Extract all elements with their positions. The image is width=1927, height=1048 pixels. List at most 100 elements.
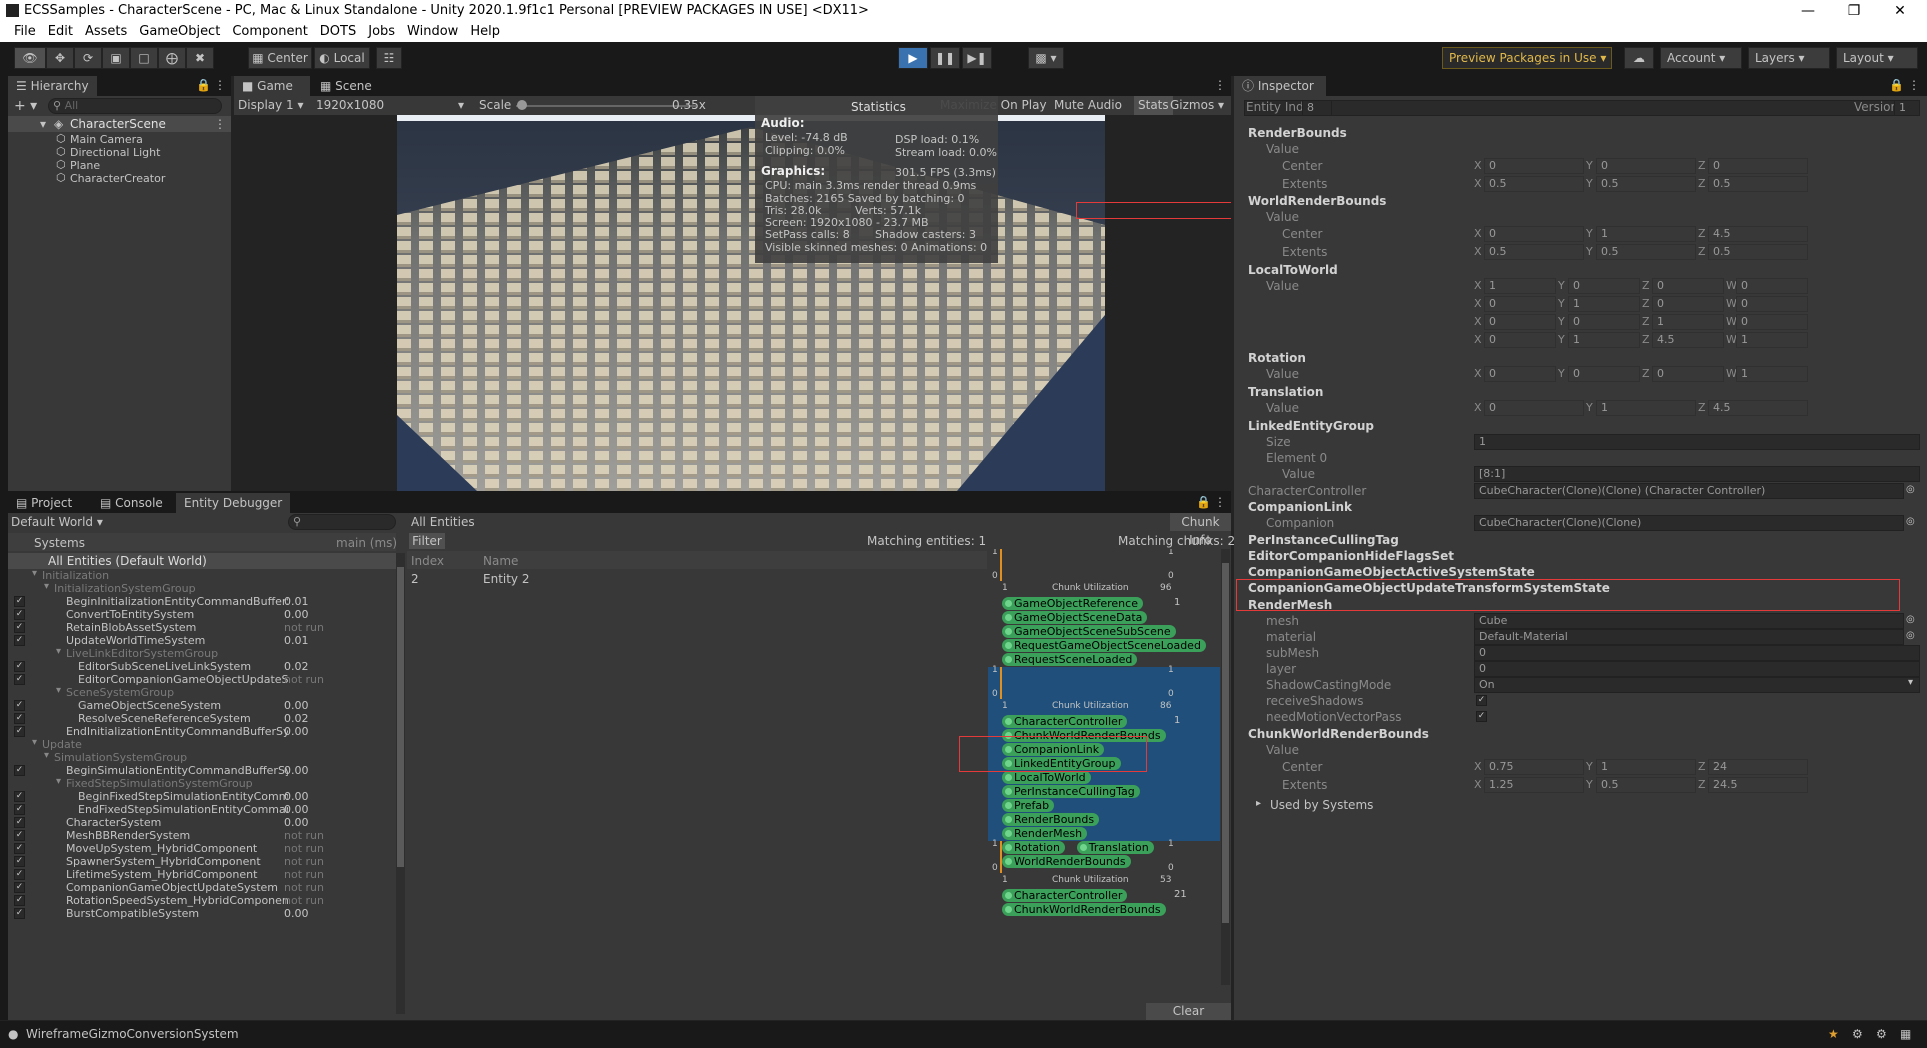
linked-element-field[interactable]: [8:1]: [1474, 466, 1920, 482]
chunkwrb-extents-field[interactable]: 1.25: [1484, 777, 1584, 793]
system-row[interactable]: ✓ SpawnerSystem_HybridComponent not run: [8, 855, 396, 868]
rotation-field[interactable]: 0: [1652, 366, 1724, 382]
scale-slider[interactable]: [516, 105, 696, 107]
gizmos-dropdown[interactable]: Gizmos ▾: [1170, 98, 1224, 112]
system-enabled-checkbox[interactable]: ✓: [14, 726, 25, 737]
clear-selection-button[interactable]: Clear Selection: [1146, 1003, 1231, 1035]
localtoworld-field[interactable]: 1: [1568, 296, 1640, 312]
chunkwrb-center-field[interactable]: 1: [1596, 759, 1696, 775]
mute-audio-toggle[interactable]: Mute Audio: [1054, 98, 1122, 112]
system-row[interactable]: ✓ BurstCompatibleSystem 0.00: [8, 907, 396, 920]
localtoworld-field[interactable]: 0: [1736, 296, 1808, 312]
worldrenderbounds-center-field[interactable]: 0: [1484, 226, 1584, 242]
worldrenderbounds-center-field[interactable]: 4.5: [1708, 226, 1808, 242]
display-dropdown[interactable]: Display 1 ▾: [238, 98, 304, 112]
charactercontroller-field[interactable]: CubeCharacter(Clone)(Clone) (Character C…: [1474, 483, 1904, 499]
system-row[interactable]: ✓ RetainBlobAssetSystem not run: [8, 621, 396, 634]
play-button[interactable]: ▶: [898, 47, 928, 69]
layout-dropdown[interactable]: Layout ▾: [1836, 47, 1918, 69]
rendermesh-layer-field[interactable]: 0: [1474, 661, 1920, 677]
tab-entity-debugger[interactable]: Entity Debugger: [176, 493, 291, 513]
chunkwrb-center-field[interactable]: 0.75: [1484, 759, 1584, 775]
pivot-local-button[interactable]: ◐ Local: [314, 47, 370, 69]
more-icon[interactable]: ⋮: [1214, 78, 1226, 92]
scene-row[interactable]: ▾ ◈ CharacterScene ⋮: [8, 116, 231, 132]
system-enabled-checkbox[interactable]: ✓: [14, 817, 25, 828]
localtoworld-field[interactable]: 0: [1652, 278, 1724, 294]
scrollbar-thumb[interactable]: [1222, 563, 1229, 923]
tab-hierarchy[interactable]: ☰ Hierarchy: [8, 76, 97, 96]
layers-dropdown[interactable]: Layers ▾: [1748, 47, 1830, 69]
system-row[interactable]: ▾ InitializationSystemGroup: [8, 581, 396, 595]
hierarchy-item[interactable]: ⬡ CharacterCreator: [8, 171, 231, 185]
world-dropdown[interactable]: Default World ▾: [11, 515, 103, 529]
localtoworld-field[interactable]: 0: [1568, 278, 1640, 294]
lock-icon[interactable]: 🔒: [196, 78, 211, 92]
companion-field[interactable]: CubeCharacter(Clone)(Clone): [1474, 515, 1904, 531]
step-button[interactable]: ▶❚: [962, 47, 992, 69]
system-row[interactable]: ✓ BeginSimulationEntityCommandBufferSyste…: [8, 764, 396, 777]
system-row[interactable]: ▾ SimulationSystemGroup: [8, 750, 396, 764]
rendermesh-material-field[interactable]: Default-Material: [1474, 629, 1904, 645]
renderbounds-extents-field[interactable]: 0.5: [1596, 176, 1696, 192]
system-row[interactable]: ▾ FixedStepSimulationSystemGroup: [8, 776, 396, 790]
rect-tool-button[interactable]: □: [130, 47, 158, 69]
menu-window[interactable]: Window: [401, 22, 464, 42]
maximize-button[interactable]: ❐: [1831, 0, 1877, 22]
system-enabled-checkbox[interactable]: ✓: [14, 830, 25, 841]
renderbounds-extents-field[interactable]: 0.5: [1708, 176, 1808, 192]
system-row[interactable]: ✓ EditorCompanionGameObjectUpdateSyst not …: [8, 673, 396, 686]
menu-component[interactable]: Component: [226, 22, 313, 42]
renderbounds-center-field[interactable]: 0: [1708, 158, 1808, 174]
hierarchy-item[interactable]: ⬡ Plane: [8, 158, 231, 172]
expand-icon[interactable]: ▾: [44, 581, 49, 592]
chunk-card[interactable]: 1 0 1 0 1 Chunk Utilization 86 1 CharacterContro…: [988, 665, 1220, 868]
expand-icon[interactable]: ▾: [44, 750, 49, 761]
resolution-dropdown[interactable]: 1920x1080 ▾: [316, 98, 466, 112]
debug-icon[interactable]: ⚙: [1852, 1027, 1863, 1041]
menu-jobs[interactable]: Jobs: [362, 22, 401, 42]
system-row[interactable]: ✓ EndInitializationEntityCommandBufferSys…: [8, 725, 396, 738]
expand-icon[interactable]: ▸: [1256, 798, 1261, 809]
filter-button[interactable]: Filter: [409, 533, 445, 549]
rotate-tool-button[interactable]: ⟳: [74, 47, 102, 69]
object-picker-icon[interactable]: ◎: [1906, 614, 1915, 625]
receiveshadows-checkbox[interactable]: ✓: [1476, 695, 1487, 706]
expand-icon[interactable]: ▾: [56, 776, 61, 787]
localtoworld-field[interactable]: 0: [1736, 314, 1808, 330]
system-enabled-checkbox[interactable]: ✓: [14, 869, 25, 880]
system-row[interactable]: ✓ CharacterSystem 0.00: [8, 816, 396, 829]
view-tool-button[interactable]: 👁: [14, 47, 46, 69]
renderbounds-center-field[interactable]: 0: [1484, 158, 1584, 174]
expand-icon[interactable]: ▾: [32, 568, 37, 579]
stats-toggle[interactable]: Stats: [1134, 96, 1173, 115]
rotation-field[interactable]: 0: [1568, 366, 1640, 382]
worldrenderbounds-extents-field[interactable]: 0.5: [1708, 244, 1808, 260]
tab-console[interactable]: ▤ Console: [92, 493, 171, 513]
move-tool-button[interactable]: ✥: [46, 47, 74, 69]
system-enabled-checkbox[interactable]: ✓: [14, 661, 25, 672]
localtoworld-field[interactable]: 1: [1652, 314, 1724, 330]
system-enabled-checkbox[interactable]: ✓: [14, 895, 25, 906]
system-enabled-checkbox[interactable]: ✓: [14, 596, 25, 607]
system-enabled-checkbox[interactable]: ✓: [14, 856, 25, 867]
localtoworld-field[interactable]: 0: [1568, 314, 1640, 330]
system-row[interactable]: ▾ SceneSystemGroup: [8, 685, 396, 699]
localtoworld-field[interactable]: 0: [1484, 296, 1556, 312]
rendermesh-mesh-field[interactable]: Cube: [1474, 613, 1904, 629]
system-enabled-checkbox[interactable]: ✓: [14, 765, 25, 776]
localtoworld-field[interactable]: 0: [1484, 332, 1556, 348]
translation-field[interactable]: 1: [1596, 400, 1696, 416]
system-row[interactable]: ✓ EndFixedStepSimulationEntityCommandB 0.0…: [8, 803, 396, 816]
scale-tool-button[interactable]: ▣: [102, 47, 130, 69]
minimize-button[interactable]: —: [1785, 0, 1831, 22]
expand-icon[interactable]: ▾: [56, 646, 61, 657]
system-enabled-checkbox[interactable]: ✓: [14, 700, 25, 711]
add-object-button[interactable]: + ▾: [14, 98, 37, 114]
transform-tool-button[interactable]: ⨁: [158, 47, 186, 69]
system-row[interactable]: ✓ CompanionGameObjectUpdateSystem not run: [8, 881, 396, 894]
worldrenderbounds-extents-field[interactable]: 0.5: [1596, 244, 1696, 260]
system-row[interactable]: ✓ ResolveSceneReferenceSystem 0.02: [8, 712, 396, 725]
menu-help[interactable]: Help: [464, 22, 506, 42]
expand-icon[interactable]: ▾: [32, 737, 37, 748]
